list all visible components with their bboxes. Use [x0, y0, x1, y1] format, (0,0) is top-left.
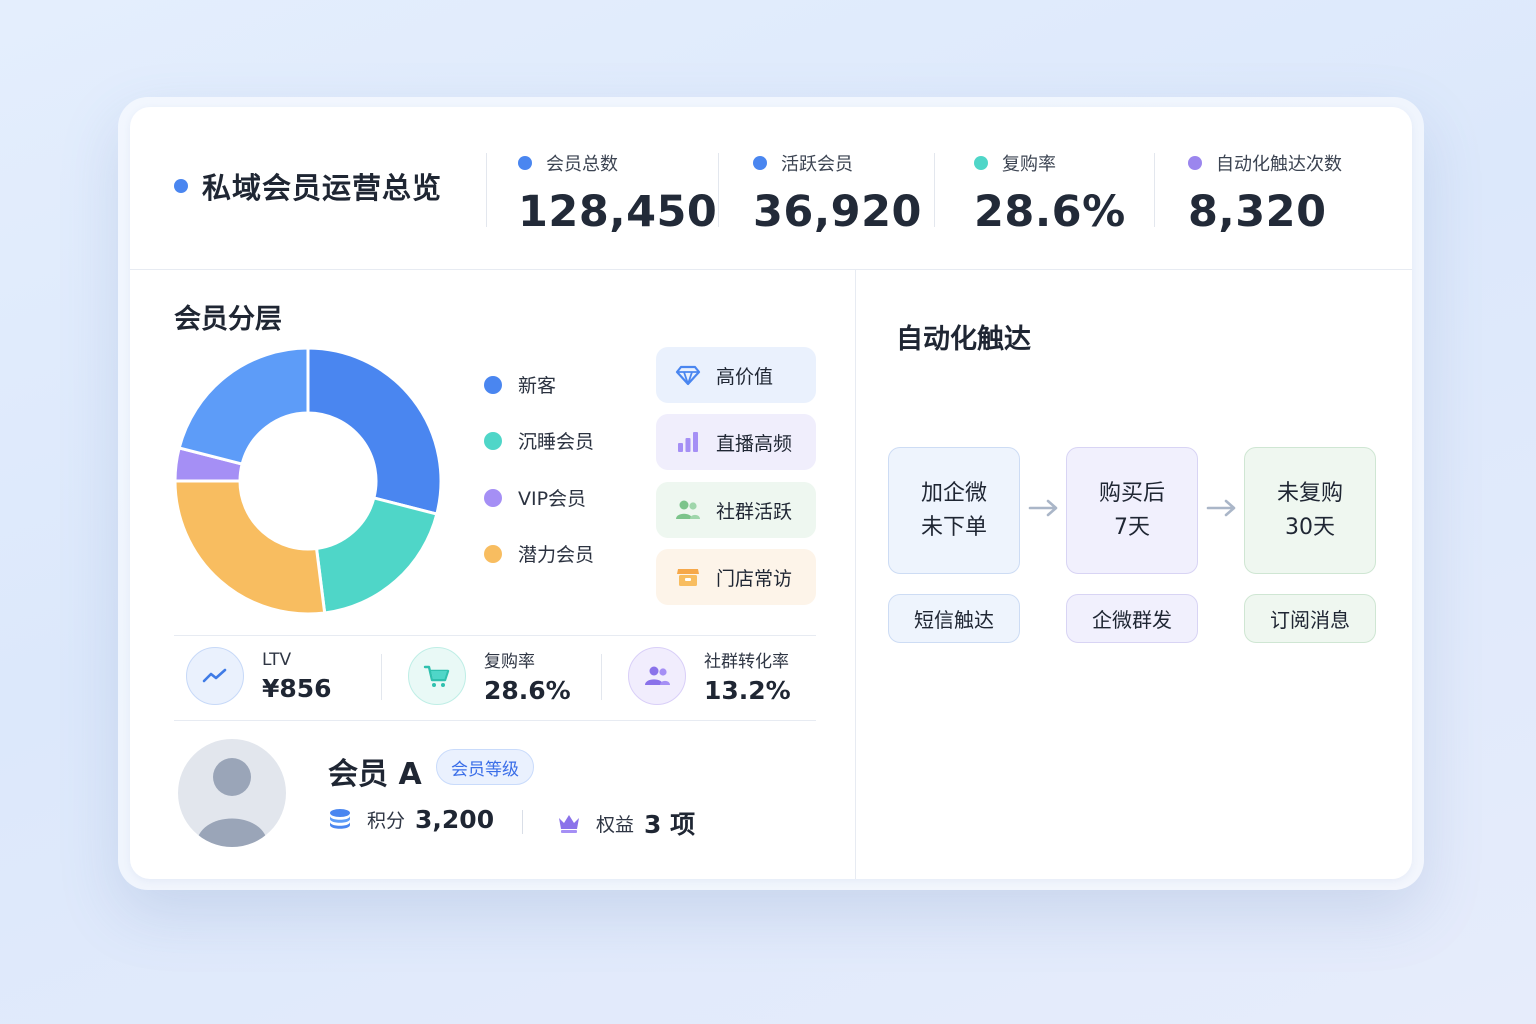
arrow-right-icon — [1028, 499, 1058, 517]
flow-step-after-purchase[interactable]: 购买后 7天 — [1066, 447, 1198, 574]
channel-subscription[interactable]: 订阅消息 — [1244, 594, 1376, 643]
kpi-divider — [718, 153, 719, 227]
legend-label: VIP会员 — [518, 488, 587, 510]
metric-repurchase: 复购率 28.6% — [408, 647, 571, 705]
kpi-dot-icon — [1188, 156, 1202, 170]
flow-step-line: 购买后 — [1098, 480, 1165, 506]
points-value: 3,200 — [415, 805, 495, 834]
kpi-label: 活跃会员 — [781, 154, 853, 175]
segments-title: 会员分层 — [174, 304, 282, 335]
users-icon — [676, 500, 700, 519]
tag-store-frequent[interactable]: 门店常访 — [656, 549, 816, 605]
diamond-icon — [675, 365, 701, 386]
channel-sms[interactable]: 短信触达 — [888, 594, 1020, 643]
metric-ltv: LTV ¥856 — [186, 647, 332, 705]
kpi-value: 128,450 — [518, 187, 718, 237]
metric-value: 28.6% — [484, 676, 571, 705]
benefits-value: 3 项 — [644, 810, 696, 839]
kpi-divider — [934, 153, 935, 227]
points-label: 积分 — [367, 810, 406, 832]
kpi-divider — [486, 153, 487, 227]
flow-step-line: 加企微 — [920, 480, 987, 506]
legend-dot-icon — [484, 488, 502, 507]
kpi-dot-icon — [518, 156, 532, 170]
metric-community-conversion: 社群转化率 13.2% — [628, 647, 791, 705]
page-title: 私域会员运营总览 — [202, 171, 443, 205]
metric-value: ¥856 — [262, 673, 332, 703]
metric-label: 社群转化率 — [704, 652, 789, 672]
overview-header: 私域会员运营总览 会员总数 128,450 活跃会员 36,920 复购率 28… — [130, 107, 1412, 270]
flow-step-line: 未复购 — [1276, 480, 1343, 506]
member-benefits: 权益 3 项 — [556, 805, 695, 841]
member-points: 积分 3,200 — [327, 805, 494, 834]
metric-value: 13.2% — [704, 676, 791, 705]
legend-item-potential: 潜力会员 — [484, 540, 594, 567]
metric-label: 复购率 — [484, 652, 535, 672]
store-icon — [677, 569, 699, 586]
metric-label: LTV — [262, 649, 292, 670]
kpi-dot-icon — [753, 156, 767, 170]
crown-icon — [559, 815, 579, 833]
member-name: 会员 A — [328, 757, 422, 792]
kpi-value: 8,320 — [1188, 187, 1327, 237]
legend-item-new: 新客 — [484, 371, 556, 398]
tag-label: 高价值 — [716, 365, 774, 388]
kpi-repurchase-rate: 复购率 28.6% — [974, 149, 1126, 237]
bar-chart-icon — [678, 432, 698, 452]
coins-icon — [330, 808, 350, 829]
flow-step-line: 30天 — [1285, 514, 1335, 540]
kpi-total-members: 会员总数 128,450 — [518, 149, 717, 237]
flow-step-add-wecom[interactable]: 加企微 未下单 — [888, 447, 1020, 574]
tag-label: 直播高频 — [716, 432, 793, 455]
kpi-automation-count: 自动化触达次数 8,320 — [1188, 149, 1342, 237]
arrow-right-icon — [1206, 499, 1236, 517]
legend-label: 潜力会员 — [518, 544, 595, 566]
legend-item-dormant: 沉睡会员 — [484, 427, 594, 454]
cart-icon — [408, 647, 466, 705]
kpi-active-members: 活跃会员 36,920 — [753, 149, 922, 237]
benefits-label: 权益 — [596, 813, 635, 836]
user-silhouette-icon — [196, 758, 268, 847]
legend-dot-icon — [484, 544, 502, 563]
flow-step-no-repurchase[interactable]: 未复购 30天 — [1244, 447, 1376, 574]
metric-divider — [601, 654, 602, 700]
flow-step-line: 7天 — [1114, 514, 1150, 540]
divider — [174, 720, 816, 721]
tag-high-value[interactable]: 高价值 — [656, 347, 816, 403]
divider — [174, 635, 816, 636]
tag-live-frequent[interactable]: 直播高频 — [656, 414, 816, 470]
kpi-value: 28.6% — [974, 187, 1126, 237]
tag-label: 门店常访 — [716, 567, 793, 590]
legend-item-vip: VIP会员 — [484, 484, 586, 511]
dashboard-card: 私域会员运营总览 会员总数 128,450 活跃会员 36,920 复购率 28… — [130, 107, 1412, 879]
tag-label: 社群活跃 — [716, 500, 793, 523]
kpi-dot-icon — [974, 156, 988, 170]
flow-step-line: 未下单 — [920, 514, 987, 540]
kpi-label: 会员总数 — [546, 154, 618, 175]
donut-slice — [306, 347, 442, 516]
member-level-badge[interactable]: 会员等级 — [436, 749, 534, 785]
donut-slice — [314, 496, 439, 615]
channel-wecom-group[interactable]: 企微群发 — [1066, 594, 1198, 643]
avatar — [178, 739, 286, 847]
legend-label: 新客 — [518, 375, 557, 397]
kpi-label: 自动化触达次数 — [1216, 154, 1342, 175]
title-dot-icon — [174, 179, 188, 193]
legend-dot-icon — [484, 375, 502, 394]
member-divider — [522, 810, 523, 834]
group-icon — [628, 647, 686, 705]
kpi-label: 复购率 — [1002, 154, 1056, 175]
kpi-value: 36,920 — [753, 187, 922, 237]
segments-donut-chart — [174, 347, 442, 615]
tag-community-active[interactable]: 社群活跃 — [656, 482, 816, 538]
automation-title: 自动化触达 — [896, 324, 1031, 355]
metric-divider — [381, 654, 382, 700]
title-group: 私域会员运营总览 — [174, 165, 442, 207]
donut-slice — [177, 347, 310, 466]
legend-dot-icon — [484, 431, 502, 450]
donut-slice — [174, 479, 327, 615]
legend-label: 沉睡会员 — [518, 431, 595, 453]
kpi-divider — [1154, 153, 1155, 227]
trend-up-icon — [186, 647, 244, 705]
